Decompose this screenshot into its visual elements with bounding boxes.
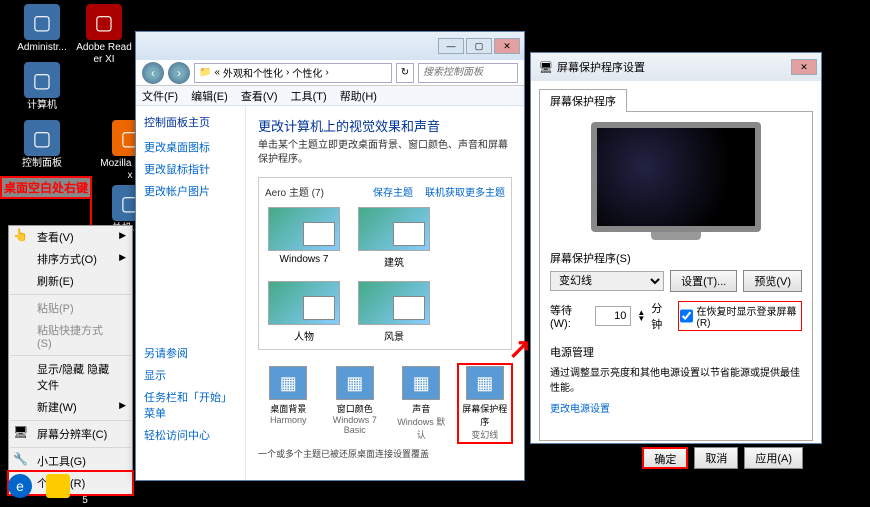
get-online-themes-link[interactable]: 联机获取更多主题 [425,184,505,199]
taskbar-icons: e [8,474,70,498]
ss-preview-monitor [591,122,761,232]
explorer-icon[interactable] [46,474,70,498]
cp-home-link[interactable]: 控制面板主页 [144,114,237,130]
cancel-button[interactable]: 取消 [694,447,738,469]
personalization-item[interactable]: ▦屏幕保护程序变幻线 [457,363,513,444]
desktop-icon[interactable]: ▢Adobe Reader XI [74,4,134,66]
menu-help[interactable]: 帮助(H) [340,91,377,103]
ss-preview-button[interactable]: 预览(V) [743,270,802,292]
ctx-item[interactable]: 显示/隐藏 隐藏文件 [9,358,132,396]
ie-icon[interactable]: e [8,474,32,498]
theme-item[interactable]: 人物 [265,281,343,343]
menu-tools[interactable]: 工具(T) [291,91,327,103]
ss-titlebar[interactable]: 🖥 屏幕保护程序设置 ✕ [531,53,821,81]
ss-tab[interactable]: 屏幕保护程序 [539,89,627,112]
theme-item[interactable]: 风景 [355,281,433,343]
resume-checkbox[interactable] [680,306,693,326]
side-link-mouse[interactable]: 更改鼠标指针 [144,158,237,180]
side-link-desktop-icons[interactable]: 更改桌面图标 [144,136,237,158]
ctx-item: 粘贴(P) [9,297,132,319]
menu-file[interactable]: 文件(F) [142,91,178,103]
annotation-rightclick: 桌面空白处右键 [0,176,92,199]
save-theme-link[interactable]: 保存主题 [373,184,413,199]
cp-sidebar: 控制面板主页 更改桌面图标 更改鼠标指针 更改帐户图片 另请参阅 显示 任务栏和… [136,106,246,480]
wait-label: 等待(W): [550,302,589,330]
side-link-account-pic[interactable]: 更改帐户图片 [144,180,237,202]
pm-link[interactable]: 更改电源设置 [550,404,610,415]
cp-nav: ‹ › 📁 « 外观和个性化› 个性化› ↻ [136,60,524,86]
ctx-item[interactable]: 🔧小工具(G) [9,450,132,472]
see-also-label: 另请参阅 [144,342,237,364]
back-button[interactable]: ‹ [142,62,164,84]
menubar: 文件(F) 编辑(E) 查看(V) 工具(T) 帮助(H) [136,86,524,106]
desktop-icon[interactable]: ▢控制面板 [12,120,72,170]
ctx-item[interactable]: 排序方式(O)▶ [9,248,132,270]
sa-ease[interactable]: 轻松访问中心 [144,424,237,446]
screensaver-dialog: 🖥 屏幕保护程序设置 ✕ 屏幕保护程序 屏幕保护程序(S) 变幻线 设置(T).… [530,52,822,444]
apply-button[interactable]: 应用(A) [744,447,803,469]
ctx-item[interactable]: 新建(W)▶ [9,396,132,418]
desktop-context-menu: 👆查看(V)▶排序方式(O)▶刷新(E) 粘贴(P)粘贴快捷方式(S) 显示/隐藏 … [8,225,133,495]
theme-item[interactable]: 建筑 [355,207,433,269]
arrow-to-ss: ↗ [508,332,531,365]
theme-item[interactable]: Windows 7 [265,207,343,269]
folder-icon: 📁 [199,67,211,78]
ok-button[interactable]: 确定 [642,447,688,469]
wait-unit: 分钟 [651,300,671,332]
ss-settings-button[interactable]: 设置(T)... [670,270,737,292]
menu-edit[interactable]: 编辑(E) [191,91,228,103]
ctx-item[interactable]: 🖥屏幕分辨率(C) [9,423,132,445]
page-title: 更改计算机上的视觉效果和声音 [258,116,512,135]
sa-taskbar[interactable]: 任务栏和「开始」菜单 [144,386,237,424]
ss-select[interactable]: 变幻线 [550,271,664,291]
monitor-icon: 🖥 [539,61,553,74]
refresh-button[interactable]: ↻ [396,63,414,83]
desktop-icon[interactable]: ▢计算机 [12,62,72,112]
personalization-item[interactable]: ▦桌面背景Harmony [260,366,316,441]
wait-input[interactable] [595,306,631,326]
close-button[interactable]: ✕ [494,38,520,54]
personalization-item[interactable]: ▦声音Windows 默认 [393,366,449,441]
resume-checkbox-group[interactable]: 在恢复时显示登录屏幕(R) [678,301,802,331]
personalization-item[interactable]: ▦窗口颜色Windows 7 Basic [327,366,383,441]
forward-button[interactable]: › [168,62,190,84]
pm-desc: 通过调整显示亮度和其他电源设置以节省能源或提供最佳性能。 [550,364,802,394]
ctx-item[interactable]: 👆查看(V)▶ [9,226,132,248]
control-panel-window: — ▢ ✕ ‹ › 📁 « 外观和个性化› 个性化› ↻ 文件(F) 编辑(E)… [135,31,525,481]
pm-title: 电源管理 [550,344,802,360]
address-bar[interactable]: 📁 « 外观和个性化› 个性化› [194,63,392,83]
aero-label: Aero 主题 (7) [265,184,324,199]
ss-close-button[interactable]: ✕ [791,59,817,75]
ss-section-label: 屏幕保护程序(S) [550,250,802,266]
ctx-item: 粘贴快捷方式(S) [9,319,132,353]
cp-main: 更改计算机上的视觉效果和声音 单击某个主题立即更改桌面背景、窗口颜色、声音和屏幕… [246,106,524,480]
sa-display[interactable]: 显示 [144,364,237,386]
search-input[interactable] [418,63,518,83]
page-subtitle: 单击某个主题立即更改桌面背景、窗口颜色、声音和屏幕保护程序。 [258,139,512,167]
aero-themes-box: Aero 主题 (7) 保存主题 联机获取更多主题 Windows 7建筑人物风… [258,177,512,350]
ctx-item[interactable]: 刷新(E) [9,270,132,292]
desktop-icon[interactable]: ▢Administr... [12,4,72,54]
maximize-button[interactable]: ▢ [466,38,492,54]
menu-view[interactable]: 查看(V) [241,91,278,103]
theme-note: 一个或多个主题已被还原桌面连接设置覆盖 [258,447,512,460]
minimize-button[interactable]: — [438,38,464,54]
cp-titlebar[interactable]: — ▢ ✕ [136,32,524,60]
